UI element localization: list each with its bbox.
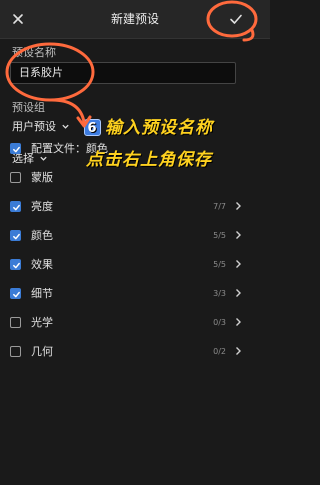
option-row[interactable]: 几何 0/2 [10, 339, 242, 363]
option-label: 细节 [31, 287, 53, 300]
option-checkbox[interactable] [10, 258, 21, 270]
option-count: 7/7 [213, 201, 226, 211]
chevron-right-icon[interactable] [234, 288, 242, 298]
option-checkbox[interactable] [10, 142, 21, 154]
preset-group-dropdown[interactable]: 用户预设 [12, 118, 70, 134]
preset-group-label: 预设组 [12, 101, 45, 114]
save-button[interactable] [226, 9, 246, 29]
chevron-right-icon[interactable] [234, 346, 242, 356]
option-count: 3/3 [213, 288, 226, 298]
checkmark-icon [13, 146, 20, 152]
option-count: 0/2 [213, 346, 226, 356]
option-label: 颜色 [31, 229, 53, 242]
chevron-down-icon [62, 124, 69, 129]
checkmark-icon [13, 233, 20, 239]
option-label: 光学 [31, 316, 53, 329]
chevron-right-icon[interactable] [234, 317, 242, 327]
option-row[interactable]: 光学 0/3 [10, 310, 242, 334]
option-checkbox[interactable] [10, 171, 21, 183]
checkmark-icon [13, 291, 20, 297]
option-checkbox[interactable] [10, 229, 21, 241]
option-label: 亮度 [31, 200, 53, 213]
chevron-right-icon[interactable] [234, 230, 242, 240]
option-checkbox[interactable] [10, 287, 21, 299]
option-count: 5/5 [213, 259, 226, 269]
step-badge: 6 [84, 119, 101, 136]
top-bar: 新建预设 [0, 0, 270, 39]
overlay-caption-line1: 6 输入预设名称 [84, 113, 213, 138]
checkmark-icon [13, 262, 20, 268]
option-checkbox[interactable] [10, 316, 21, 328]
option-checkbox[interactable] [10, 200, 21, 212]
option-row[interactable]: 亮度 7/7 [10, 194, 242, 218]
chevron-right-icon[interactable] [234, 201, 242, 211]
option-row[interactable]: 细节 3/3 [10, 281, 242, 305]
chevron-right-icon[interactable] [234, 259, 242, 269]
preset-name-input[interactable]: 日系胶片 [10, 62, 236, 84]
option-count: 0/3 [213, 317, 226, 327]
option-count: 5/5 [213, 230, 226, 240]
option-label: 蒙版 [31, 171, 53, 184]
preset-name-label: 预设名称 [12, 46, 56, 59]
option-checkbox[interactable] [10, 345, 21, 357]
overlay-caption-text1: 输入预设名称 [105, 118, 213, 138]
option-row[interactable]: 颜色 5/5 [10, 223, 242, 247]
checkmark-icon [230, 14, 242, 24]
option-label: 几何 [31, 345, 53, 358]
checkmark-icon [13, 204, 20, 210]
overlay-caption-line2: 点击右上角保存 [86, 150, 212, 170]
option-label: 效果 [31, 258, 53, 271]
preset-group-value: 用户预设 [12, 120, 56, 133]
option-row[interactable]: 效果 5/5 [10, 252, 242, 276]
